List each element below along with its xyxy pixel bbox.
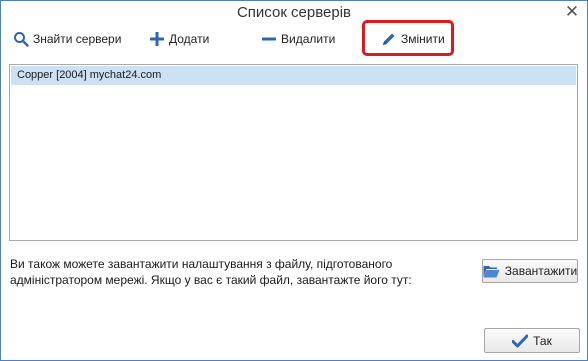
window-title: Список серверів bbox=[236, 4, 352, 21]
info-text: Ви також можете завантажити налаштування… bbox=[10, 257, 412, 287]
toolbar: Знайти сервери Додати Видалити Змінити bbox=[1, 29, 587, 51]
list-item[interactable]: Copper [2004] mychat24.com bbox=[11, 66, 576, 85]
dialog-window: Список серверів ✕ Знайти сервери Додати … bbox=[0, 0, 588, 361]
title-bar: Список серверів ✕ bbox=[1, 1, 587, 27]
delete-button[interactable]: Видалити bbox=[260, 29, 335, 49]
delete-label: Видалити bbox=[281, 32, 336, 46]
close-button[interactable]: ✕ bbox=[563, 3, 581, 21]
highlight-box bbox=[362, 20, 454, 56]
minus-icon bbox=[260, 30, 278, 48]
server-list[interactable]: Copper [2004] mychat24.com bbox=[9, 64, 578, 241]
load-file-label: Завантажити bbox=[504, 264, 578, 278]
add-label: Додати bbox=[169, 32, 210, 46]
add-button[interactable]: Додати bbox=[148, 29, 209, 49]
search-icon bbox=[12, 30, 30, 48]
find-servers-label: Знайти сервери bbox=[33, 32, 122, 46]
ok-button[interactable]: Так bbox=[484, 328, 580, 353]
checkmark-icon bbox=[512, 334, 529, 348]
ok-label: Так bbox=[533, 333, 552, 348]
folder-icon bbox=[483, 264, 500, 278]
find-servers-button[interactable]: Знайти сервери bbox=[12, 29, 121, 49]
load-file-button[interactable]: Завантажити bbox=[482, 259, 578, 283]
plus-icon bbox=[148, 30, 166, 48]
